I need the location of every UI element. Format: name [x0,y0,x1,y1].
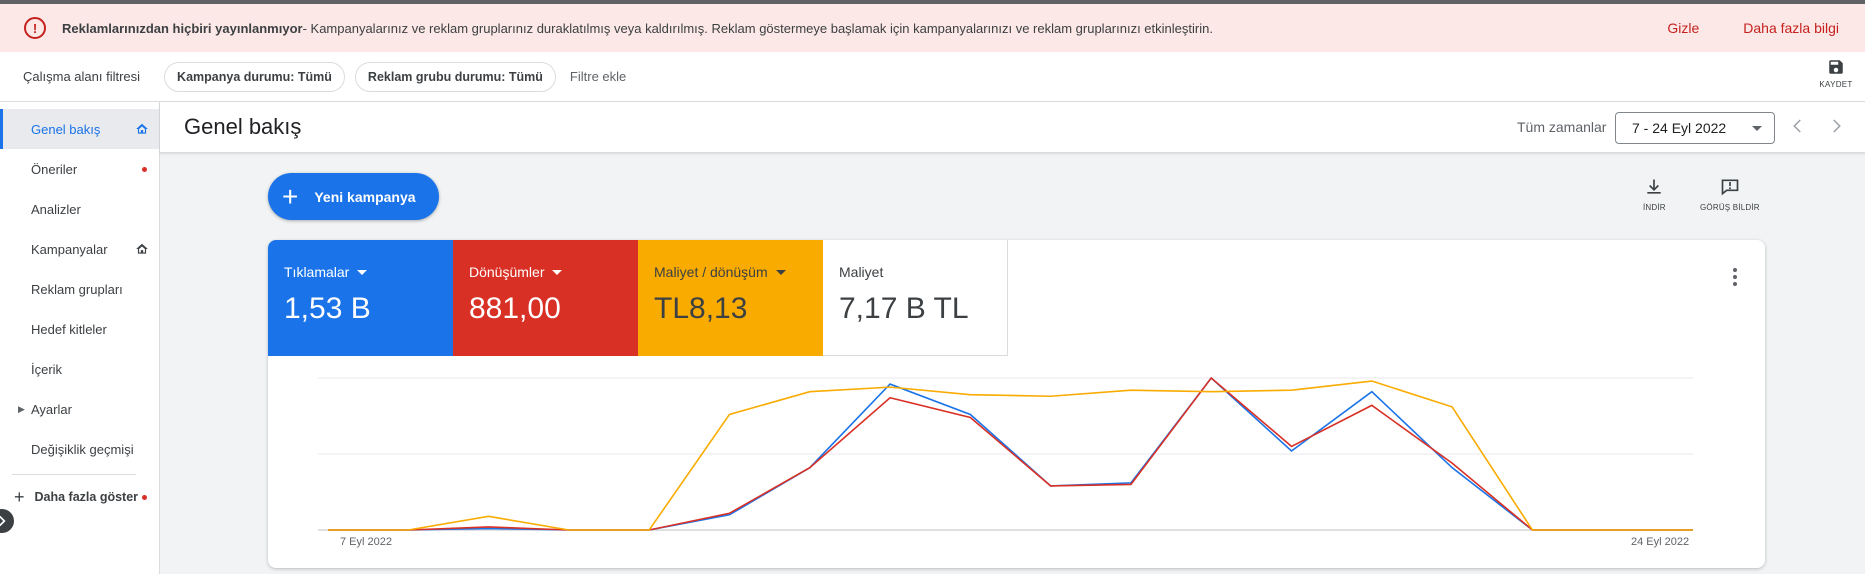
adgroup-status-chip[interactable]: Reklam grubu durumu: Tümü [354,61,556,92]
sidebar-item-label: Reklam grupları [31,281,123,297]
sidebar-more-label: Daha fazla göster [34,490,139,504]
sidebar-item-settings[interactable]: ▶ Ayarlar [0,389,159,429]
notification-dot [142,494,147,500]
sidebar: Genel bakış Öneriler Analizler Kampanyal… [0,102,160,574]
x-tick-label-start: 7 Eyl 2022 [340,536,392,548]
new-campaign-label: Yeni kampanya [314,188,416,205]
sidebar-item-change-history[interactable]: Değişiklik geçmişi [0,429,159,469]
download-button[interactable]: İNDİR [1643,177,1666,212]
date-range-value: 7 - 24 Eyl 2022 [1632,120,1727,136]
performance-card: Tıklamalar 1,53 B Dönüşümler 881,00 Maliyet … [268,240,1765,568]
series-cost-per-conversion-line [328,380,1693,531]
notification-dot [142,166,147,172]
sidebar-item-label: Hedef kitleler [31,321,107,337]
download-icon [1647,179,1662,194]
sidebar-item-label: Öneriler [31,161,78,177]
sidebar-item-campaigns[interactable]: Kampanyalar [0,229,159,269]
sidebar-item-label: Genel bakış [31,121,101,137]
hide-banner-link[interactable]: Gizle [1667,20,1699,36]
banner-message: - Kampanyalarınız ve reklam gruplarınız … [302,20,1213,36]
add-filter-input[interactable]: Filtre ekle [570,69,626,84]
download-label: İNDİR [1643,203,1666,212]
error-icon: ! [24,17,46,39]
save-label: KAYDET [1819,80,1853,89]
plus-icon: + [14,486,25,507]
feedback-label: GÖRÜŞ BİLDİR [1700,203,1760,212]
feedback-icon [1721,179,1739,196]
sidebar-more-button[interactable]: + Daha fazla göster [0,477,159,517]
save-icon [1829,60,1843,74]
alert-banner: ! Reklamlarınızdan hiçbiri yayınlanmıyor… [0,4,1865,52]
chevron-right-icon [0,515,6,527]
sidebar-divider [12,474,136,475]
sidebar-item-label: İçerik [31,361,63,377]
sidebar-item-audiences[interactable]: Hedef kitleler [0,309,159,349]
page-title: Genel bakış [184,114,302,139]
caret-right-icon: ▶ [18,403,25,414]
campaign-status-chip[interactable]: Kampanya durumu: Tümü [164,61,345,92]
sidebar-item-recommendations[interactable]: Öneriler [0,149,159,189]
sidebar-item-label: Değişiklik geçmişi [31,441,134,457]
sidebar-item-label: Kampanyalar [31,241,108,257]
x-tick-label-end: 24 Eyl 2022 [1631,536,1690,548]
date-range-picker[interactable]: 7 - 24 Eyl 2022 [1615,112,1775,144]
page-header: Genel bakış Tüm zamanlar 7 - 24 Eyl 2022 [160,102,1865,153]
workspace-filter-label: Çalışma alanı filtresi [23,69,141,84]
plus-icon: + [282,180,299,212]
performance-chart [318,376,1693,531]
save-button[interactable]: KAYDET [1816,58,1856,89]
dropdown-arrow-icon [1752,126,1762,131]
sidebar-item-label: Ayarlar [31,401,72,417]
chevron-right-icon[interactable] [1827,117,1845,135]
more-info-link[interactable]: Daha fazla bilgi [1743,20,1839,36]
home-icon [136,123,148,134]
sidebar-item-label: Analizler [31,201,81,217]
chevron-left-icon[interactable] [1789,117,1807,135]
sidebar-item-ad-groups[interactable]: Reklam grupları [0,269,159,309]
feedback-button[interactable]: GÖRÜŞ BİLDİR [1700,177,1760,212]
new-campaign-button[interactable]: + Yeni kampanya [268,173,439,220]
home-icon [136,243,148,254]
sidebar-item-insights[interactable]: Analizler [0,189,159,229]
sidebar-item-content[interactable]: İçerik [0,349,159,389]
banner-title: Reklamlarınızdan hiçbiri yayınlanmıyor [62,20,303,36]
filter-bar: Çalışma alanı filtresi Kampanya durumu: … [0,52,1865,102]
sidebar-item-overview[interactable]: Genel bakış [0,109,159,149]
timeframe-label: Tüm zamanlar [1517,119,1607,135]
